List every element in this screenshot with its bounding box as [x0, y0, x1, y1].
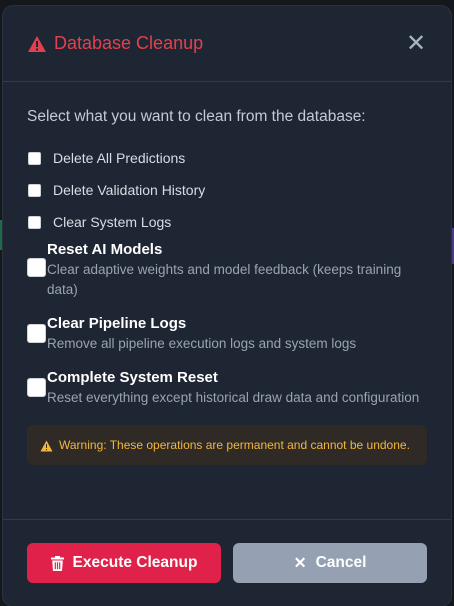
- delete-predictions-label[interactable]: Delete All Predictions: [53, 150, 185, 166]
- complete-system-reset-text: Complete System Reset Reset everything e…: [47, 368, 427, 408]
- close-icon[interactable]: ✕: [405, 31, 427, 55]
- warning-text: Warning: These operations are permanent …: [59, 438, 410, 452]
- clear-pipeline-logs-title[interactable]: Clear Pipeline Logs: [47, 314, 427, 334]
- clear-pipeline-logs-text: Clear Pipeline Logs Remove all pipeline …: [47, 314, 427, 354]
- execute-cleanup-label: Execute Cleanup: [72, 554, 198, 571]
- close-icon: ✕: [293, 554, 307, 572]
- option-delete-validation: Delete Validation History: [27, 174, 427, 206]
- modal-footer: Execute Cleanup ✕ Cancel: [3, 519, 451, 606]
- delete-predictions-checkbox[interactable]: [28, 151, 41, 165]
- reset-ai-models-checkbox[interactable]: [27, 258, 46, 277]
- reset-ai-models-title[interactable]: Reset AI Models: [47, 240, 427, 260]
- cancel-label: Cancel: [315, 554, 367, 571]
- execute-cleanup-button[interactable]: Execute Cleanup: [27, 543, 221, 583]
- reset-ai-models-text: Reset AI Models Clear adaptive weights a…: [47, 240, 427, 300]
- modal-body: Select what you want to clean from the d…: [3, 82, 451, 465]
- intro-text: Select what you want to clean from the d…: [27, 108, 366, 125]
- warning-triangle-icon: [40, 439, 53, 452]
- warning-triangle-icon: [27, 35, 47, 53]
- clear-system-logs-checkbox[interactable]: [28, 215, 41, 229]
- option-delete-predictions: Delete All Predictions: [27, 142, 427, 174]
- option-clear-pipeline-logs: Clear Pipeline Logs Remove all pipeline …: [27, 314, 427, 354]
- database-cleanup-modal: Database Cleanup ✕ Select what you want …: [3, 6, 451, 606]
- trash-icon: [50, 555, 64, 571]
- warning-banner: Warning: These operations are permanent …: [27, 425, 427, 465]
- modal-title-group: Database Cleanup: [27, 33, 203, 54]
- reset-ai-models-description: Clear adaptive weights and model feedbac…: [47, 262, 402, 297]
- modal-title: Database Cleanup: [54, 33, 204, 53]
- complete-system-reset-checkbox[interactable]: [27, 378, 46, 397]
- clear-pipeline-logs-checkbox[interactable]: [27, 324, 46, 343]
- delete-validation-checkbox[interactable]: [28, 183, 41, 197]
- cancel-button[interactable]: ✕ Cancel: [233, 543, 427, 583]
- modal-header: Database Cleanup ✕: [3, 6, 451, 82]
- complete-system-reset-description: Reset everything except historical draw …: [47, 390, 420, 405]
- option-reset-ai-models: Reset AI Models Clear adaptive weights a…: [27, 240, 427, 300]
- clear-pipeline-logs-description: Remove all pipeline execution logs and s…: [47, 336, 357, 351]
- option-complete-system-reset: Complete System Reset Reset everything e…: [27, 368, 427, 408]
- clear-system-logs-label[interactable]: Clear System Logs: [53, 214, 171, 230]
- delete-validation-label[interactable]: Delete Validation History: [53, 182, 205, 198]
- complete-system-reset-title[interactable]: Complete System Reset: [47, 368, 427, 388]
- option-clear-system-logs: Clear System Logs: [27, 206, 427, 238]
